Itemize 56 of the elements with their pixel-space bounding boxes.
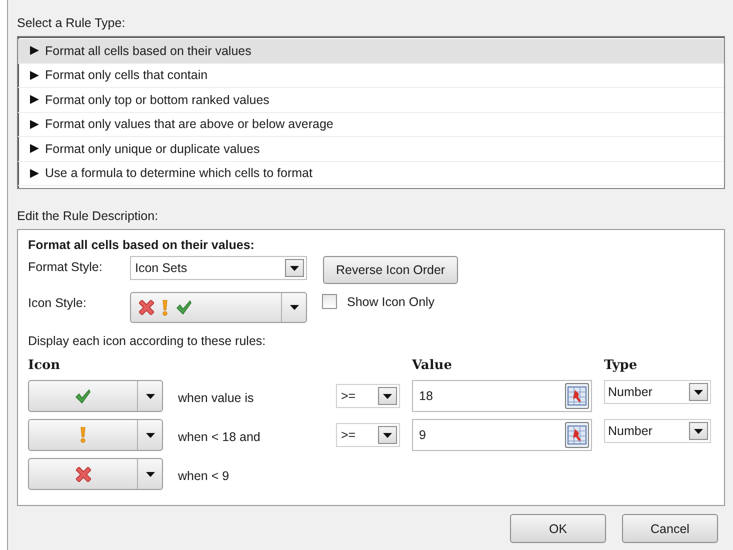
exclamation-icon	[162, 300, 168, 316]
column-header: Value	[412, 358, 453, 373]
exclamation-icon	[80, 427, 86, 443]
section-label: Edit the Rule Description:	[17, 209, 160, 223]
caret-icon	[146, 394, 154, 398]
column-header: Icon	[28, 358, 62, 373]
caret-icon	[146, 432, 154, 438]
caret-icon	[383, 394, 392, 398]
range-select-button[interactable]	[565, 422, 589, 448]
expand-arrow-icon	[30, 120, 39, 129]
type-dropdown[interactable]: Number	[604, 380, 711, 404]
icon-picker-button[interactable]	[28, 458, 163, 490]
expand-arrow-icon	[30, 168, 39, 178]
icon-style-dropdown[interactable]	[130, 292, 307, 323]
range-select-button[interactable]	[565, 383, 589, 409]
cross-icon	[76, 466, 90, 482]
column-header: Type	[604, 358, 638, 373]
rule-type-item[interactable]: Format only cells that contain	[18, 64, 724, 88]
rules-label: Display each icon according to these rules:	[28, 334, 267, 348]
rule-type-item[interactable]: Format only values that are above or below average	[18, 112, 724, 137]
condition-text: when value is	[177, 390, 255, 405]
show-icon-only-checkbox[interactable]: Show Icon Only	[322, 294, 435, 309]
field-label: Format Style:	[28, 259, 104, 274]
expand-arrow-icon	[30, 95, 39, 104]
check-icon	[75, 388, 91, 404]
icon-picker-button[interactable]	[28, 419, 163, 451]
format-style-dropdown[interactable]: Icon Sets	[130, 256, 307, 280]
rule-type-item[interactable]: Format only top or bottom ranked values	[18, 88, 724, 112]
check-icon	[176, 300, 192, 315]
type-dropdown[interactable]: Number	[604, 419, 711, 443]
condition-text: when < 9	[177, 468, 230, 483]
field-label: Icon Style:	[28, 295, 88, 310]
operator-dropdown[interactable]: >=	[336, 423, 400, 447]
caret-icon	[694, 390, 703, 394]
icon-picker-button[interactable]	[28, 380, 163, 412]
rule-type-item[interactable]: Format all cells based on their values	[18, 39, 724, 64]
caret-icon	[290, 266, 299, 270]
value-field[interactable]: 9	[412, 419, 592, 451]
rule-heading: Format all cells based on their values:	[28, 238, 256, 252]
caret-icon	[146, 472, 154, 476]
expand-arrow-icon	[30, 70, 39, 80]
expand-arrow-icon	[30, 144, 39, 154]
rule-type-item[interactable]: Use a formula to determine which cells to format	[18, 162, 724, 186]
expand-arrow-icon	[30, 46, 39, 56]
cancel-button[interactable]: Cancel	[622, 514, 718, 543]
ok-button[interactable]: OK	[510, 514, 606, 543]
rule-type-item[interactable]: Format only unique or duplicate values	[18, 137, 724, 162]
caret-icon	[383, 432, 392, 438]
operator-dropdown[interactable]: >=	[336, 384, 400, 408]
caret-icon	[290, 305, 298, 310]
cross-icon	[139, 300, 154, 315]
reverse-icon-order-button[interactable]: Reverse Icon Order	[323, 256, 458, 284]
caret-icon	[694, 428, 703, 434]
condition-text: when < 18 and	[177, 429, 262, 444]
section-label: Select a Rule Type:	[17, 16, 126, 30]
value-field[interactable]: 18	[412, 380, 592, 412]
